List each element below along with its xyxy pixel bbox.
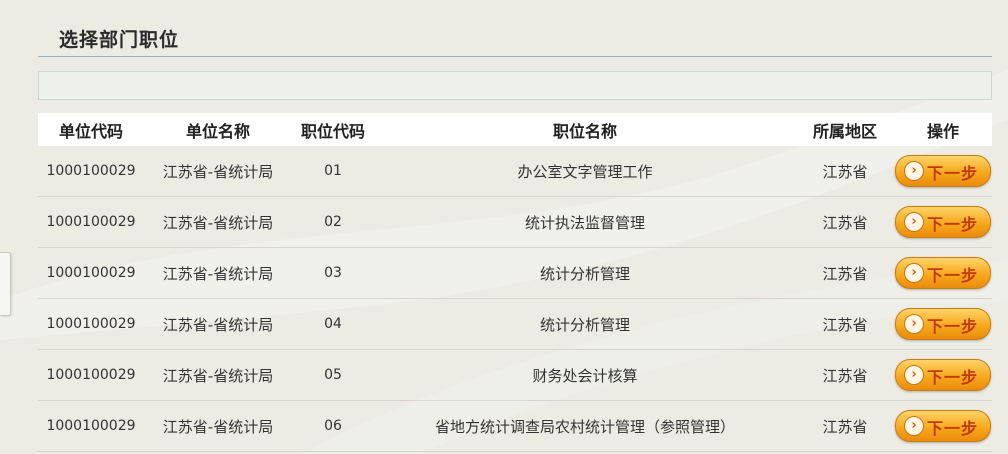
region-cell: 江苏省	[796, 400, 894, 452]
job-name-cell: 财务处会计核算	[374, 349, 796, 401]
next-step-label: 下一步	[927, 266, 979, 285]
unit-code-cell: 1000100029	[38, 146, 144, 197]
unit-name-cell: 江苏省-省统计局	[144, 349, 292, 401]
job-name-cell: 省地方统计调查局农村统计管理（参照管理）	[374, 400, 796, 452]
table-row: 1000100029 江苏省-省统计局 06 省地方统计调查局农村统计管理（参照管理）…	[38, 400, 992, 452]
unit-code-cell: 1000100029	[38, 196, 144, 248]
unit-code-cell: 1000100029	[38, 349, 144, 401]
unit-name-cell: 江苏省-省统计局	[144, 400, 292, 452]
unit-code-cell: 1000100029	[38, 247, 144, 299]
region-cell: 江苏省	[796, 298, 894, 350]
next-step-button[interactable]: › 下一步	[895, 155, 991, 187]
job-code-cell: 06	[292, 400, 374, 452]
next-step-label: 下一步	[927, 419, 979, 438]
job-code-cell: 05	[292, 349, 374, 401]
next-step-label: 下一步	[927, 215, 979, 234]
table-row: 1000100029 江苏省-省统计局 03 统计分析管理 江苏省 › 下一步	[38, 247, 992, 299]
header-unit-name: 单位名称	[144, 113, 292, 146]
region-cell: 江苏省	[796, 196, 894, 248]
next-step-label: 下一步	[927, 317, 979, 336]
unit-name-cell: 江苏省-省统计局	[144, 146, 292, 197]
arrow-right-icon: ›	[904, 161, 924, 181]
region-cell: 江苏省	[796, 146, 894, 197]
arrow-right-icon: ›	[904, 263, 924, 283]
table-row: 1000100029 江苏省-省统计局 02 统计执法监督管理 江苏省 › 下一步	[38, 196, 992, 248]
action-cell: › 下一步	[894, 349, 992, 401]
job-name-cell: 统计执法监督管理	[374, 196, 796, 248]
table-row: 1000100029 江苏省-省统计局 01 办公室文字管理工作 江苏省 › 下一步	[38, 146, 992, 197]
job-table: 单位代码 单位名称 职位代码 职位名称 所属地区 操作 1000100029 江苏…	[38, 113, 992, 452]
next-step-button[interactable]: › 下一步	[895, 359, 991, 391]
next-step-button[interactable]: › 下一步	[895, 410, 991, 442]
unit-name-cell: 江苏省-省统计局	[144, 298, 292, 350]
page-title: 选择部门职位	[59, 29, 180, 51]
next-step-label: 下一步	[927, 368, 979, 387]
header-job-name: 职位名称	[374, 113, 796, 146]
notice-bar	[38, 71, 992, 100]
action-cell: › 下一步	[894, 298, 992, 350]
job-code-cell: 04	[292, 298, 374, 350]
side-collapse-tab[interactable]	[0, 252, 11, 316]
unit-code-cell: 1000100029	[38, 298, 144, 350]
header-action: 操作	[894, 113, 992, 146]
header-job-code: 职位代码	[292, 113, 374, 146]
table-header-row: 单位代码 单位名称 职位代码 职位名称 所属地区 操作	[38, 113, 992, 146]
header-region: 所属地区	[796, 113, 894, 146]
job-name-cell: 办公室文字管理工作	[374, 146, 796, 197]
job-name-cell: 统计分析管理	[374, 298, 796, 350]
arrow-right-icon: ›	[904, 365, 924, 385]
action-cell: › 下一步	[894, 247, 992, 299]
action-cell: › 下一步	[894, 400, 992, 452]
panel-header: 选择部门职位	[38, 16, 992, 57]
action-cell: › 下一步	[894, 146, 992, 197]
unit-name-cell: 江苏省-省统计局	[144, 247, 292, 299]
job-code-cell: 01	[292, 146, 374, 197]
unit-code-cell: 1000100029	[38, 400, 144, 452]
arrow-right-icon: ›	[904, 212, 924, 232]
arrow-right-icon: ›	[904, 416, 924, 436]
next-step-button[interactable]: › 下一步	[895, 257, 991, 289]
table-row: 1000100029 江苏省-省统计局 04 统计分析管理 江苏省 › 下一步	[38, 298, 992, 350]
job-code-cell: 03	[292, 247, 374, 299]
header-unit-code: 单位代码	[38, 113, 144, 146]
region-cell: 江苏省	[796, 247, 894, 299]
next-step-label: 下一步	[927, 164, 979, 183]
unit-name-cell: 江苏省-省统计局	[144, 196, 292, 248]
next-step-button[interactable]: › 下一步	[895, 308, 991, 340]
region-cell: 江苏省	[796, 349, 894, 401]
job-name-cell: 统计分析管理	[374, 247, 796, 299]
job-code-cell: 02	[292, 196, 374, 248]
next-step-button[interactable]: › 下一步	[895, 206, 991, 238]
action-cell: › 下一步	[894, 196, 992, 248]
arrow-right-icon: ›	[904, 314, 924, 334]
table-row: 1000100029 江苏省-省统计局 05 财务处会计核算 江苏省 › 下一步	[38, 349, 992, 401]
